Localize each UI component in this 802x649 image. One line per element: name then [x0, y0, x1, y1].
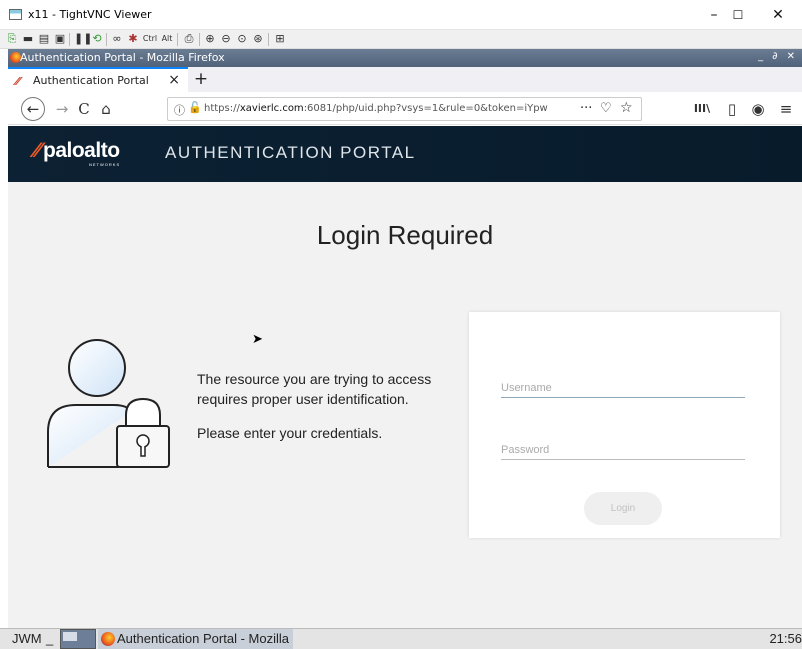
url-path: :6081/php/uid.php?vsys=1&rule=0&token=iY… — [303, 103, 548, 114]
toolbar-separator — [268, 33, 269, 46]
ctrl-alt-del-icon[interactable]: ∞ — [110, 32, 124, 46]
refresh-icon[interactable]: ⟲ — [90, 32, 104, 46]
site-info-icon[interactable]: ⓘ — [174, 102, 185, 118]
jwm-menu-button[interactable]: JWM — [12, 631, 42, 646]
user-lock-icon — [47, 339, 170, 468]
bookmark-star-icon[interactable]: ☆ — [620, 100, 633, 116]
logo-text: paloalto — [43, 139, 120, 162]
credentials-prompt: Please enter your credentials. — [197, 425, 383, 441]
zoom-fit-icon[interactable]: ⊛ — [251, 32, 265, 46]
extension-icon[interactable]: ◉ — [748, 99, 768, 119]
toolbar-separator — [177, 33, 178, 46]
save-icon[interactable]: ▬ — [21, 32, 35, 46]
logo-subtext: NETWORKS — [89, 162, 121, 167]
new-connection-icon[interactable]: ⎘ — [5, 32, 19, 46]
paloalto-favicon-icon: ⁄⁄ — [16, 75, 20, 88]
portal-header: ⁄⁄ paloalto NETWORKS AUTHENTICATION PORTAL — [8, 126, 802, 182]
insecure-lock-icon[interactable]: 🔓 — [188, 101, 202, 114]
mouse-cursor-icon: ➤ — [252, 332, 263, 347]
alt-key-button[interactable]: Alt — [160, 32, 174, 46]
zoom-in-icon[interactable]: ⊕ — [203, 32, 217, 46]
reload-button[interactable]: C — [74, 99, 94, 119]
login-card: Login — [469, 312, 780, 538]
portal-title: AUTHENTICATION PORTAL — [165, 143, 416, 162]
home-button[interactable]: ⌂ — [96, 99, 116, 119]
url-text[interactable]: https://xavierlc.com:6081/php/uid.php?vs… — [204, 103, 549, 114]
paloalto-mark-icon: ⁄⁄ — [34, 139, 41, 162]
firefox-task-icon — [101, 632, 115, 646]
vnc-window-title: x11 - TightVNC Viewer — [28, 8, 152, 21]
vnc-title-bar: x11 - TightVNC Viewer – ☐ ✕ — [0, 0, 802, 30]
zoom-out-icon[interactable]: ⊖ — [219, 32, 233, 46]
back-button[interactable]: ← — [21, 97, 45, 121]
ctrl-esc-icon[interactable]: ✱ — [126, 32, 140, 46]
login-button[interactable]: Login — [584, 492, 662, 525]
tab-label: Authentication Portal — [33, 74, 149, 87]
desktop-pager[interactable] — [60, 629, 96, 649]
page-body: Login Required ➤ The resource you are tr… — [8, 182, 802, 628]
url-domain: xavierlc.com — [239, 103, 304, 114]
maximize-button[interactable]: ☐ — [716, 4, 760, 26]
login-heading: Login Required — [316, 220, 494, 250]
firefox-window-title: Authentication Portal - Mozilla Firefox — [20, 51, 225, 64]
password-field[interactable] — [501, 440, 745, 460]
vnc-frame-left — [0, 49, 8, 629]
taskbar-firefox-task[interactable]: Authentication Portal - Mozilla — [98, 629, 293, 649]
toolbar-separator — [199, 33, 200, 46]
pause-icon[interactable]: ❚❚ — [74, 32, 92, 46]
remote-window-controls[interactable]: _ ∂ ✕ — [758, 51, 798, 62]
toolbar-separator — [106, 33, 107, 46]
vnc-app-icon — [9, 9, 22, 20]
toolbar-separator — [69, 33, 70, 46]
identification-message: The resource you are trying to access re… — [197, 371, 432, 407]
sidebar-icon[interactable]: ▯ — [722, 99, 742, 119]
page-actions-icon[interactable]: ··· — [580, 101, 592, 116]
taskbar-clock: 21:56 — [769, 631, 802, 646]
paloalto-logo: ⁄⁄ paloalto NETWORKS — [34, 139, 120, 167]
close-button[interactable]: ✕ — [756, 4, 800, 26]
ctrl-key-button[interactable]: Ctrl — [142, 32, 158, 46]
info-icon[interactable]: ▣ — [53, 32, 67, 46]
url-prefix: https:// — [204, 103, 240, 114]
fullscreen-icon[interactable]: ⊞ — [273, 32, 287, 46]
vnc-toolbar: ⎘ ▬ ▤ ▣ ❚❚ ⟲ ∞ ✱ Ctrl Alt ⎙ ⊕ ⊖ ⊙ ⊛ ⊞ — [0, 30, 802, 49]
clipboard-icon[interactable]: ⎙ — [182, 32, 196, 46]
menu-icon[interactable]: ≡ — [776, 99, 796, 119]
task-label: Authentication Portal - Mozilla — [117, 631, 289, 646]
url-bar[interactable]: ⓘ 🔓 https://xavierlc.com:6081/php/uid.ph… — [167, 97, 642, 121]
forward-button[interactable]: → — [52, 99, 72, 119]
library-icon[interactable]: III\ — [692, 99, 712, 119]
new-tab-button[interactable]: + — [192, 69, 210, 89]
options-icon[interactable]: ▤ — [37, 32, 51, 46]
tab-close-icon[interactable]: × — [168, 72, 180, 88]
firefox-title-bar: Authentication Portal - Mozilla Firefox … — [8, 49, 802, 67]
taskbar-separator: _ — [46, 631, 54, 646]
zoom-100-icon[interactable]: ⊙ — [235, 32, 249, 46]
pocket-icon[interactable]: ♡ — [600, 101, 612, 116]
tab-authentication-portal[interactable]: ⁄⁄ Authentication Portal × — [8, 67, 188, 93]
username-field[interactable] — [501, 378, 745, 398]
jwm-taskbar: JWM _ Authentication Portal - Mozilla 21… — [0, 628, 802, 649]
